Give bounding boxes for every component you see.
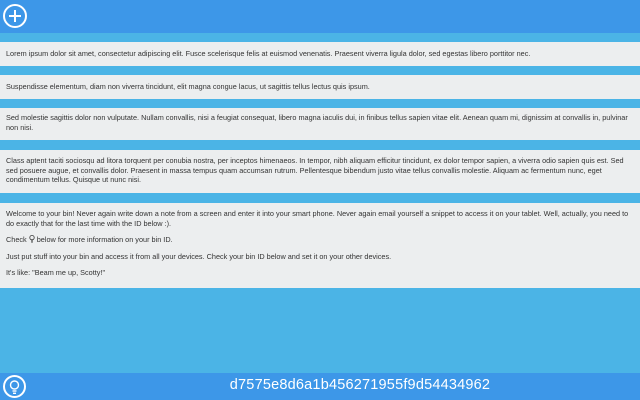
note-text: Lorem ipsum dolor sit amet, consectetur … <box>6 49 531 58</box>
welcome-check-line: Check below for more information on your… <box>6 235 634 245</box>
top-toolbar <box>0 0 640 33</box>
note-item[interactable]: Class aptent taciti sociosqu ad litora t… <box>0 150 640 193</box>
note-text: Sed molestie sagittis dolor non vulputat… <box>6 113 628 132</box>
welcome-paragraph-3: Just put stuff into your bin and access … <box>6 251 392 261</box>
note-item[interactable]: Sed molestie sagittis dolor non vulputat… <box>0 108 640 140</box>
bin-id-display: d7575e8d6a1b456271955f9d54434962 <box>0 377 640 393</box>
note-item[interactable]: Lorem ipsum dolor sit amet, consectetur … <box>0 42 640 66</box>
lightbulb-icon <box>29 235 35 243</box>
note-text: Suspendisse elementum, diam non viverra … <box>6 82 370 91</box>
plus-circle-icon[interactable] <box>3 4 27 28</box>
welcome-paragraph-4: It's like: "Beam me up, Scotty!" <box>6 268 106 277</box>
welcome-line-1: Welcome to your bin! Never again write d… <box>6 209 629 218</box>
note-text: Class aptent taciti sociosqu ad litora t… <box>6 156 624 184</box>
bin-app: Lorem ipsum dolor sit amet, consectetur … <box>0 0 640 400</box>
welcome-check-suffix: below for more information on your bin I… <box>36 235 173 244</box>
bottom-toolbar: d7575e8d6a1b456271955f9d54434962 <box>0 373 640 400</box>
welcome-line-2: do exactly that for the last time with t… <box>6 218 172 228</box>
welcome-check-prefix: Check <box>6 235 27 244</box>
note-item[interactable]: Suspendisse elementum, diam non viverra … <box>0 75 640 99</box>
welcome-note[interactable]: Welcome to your bin! Never again write d… <box>0 203 640 288</box>
bin-id-text[interactable]: d7575e8d6a1b456271955f9d54434962 <box>230 377 490 393</box>
